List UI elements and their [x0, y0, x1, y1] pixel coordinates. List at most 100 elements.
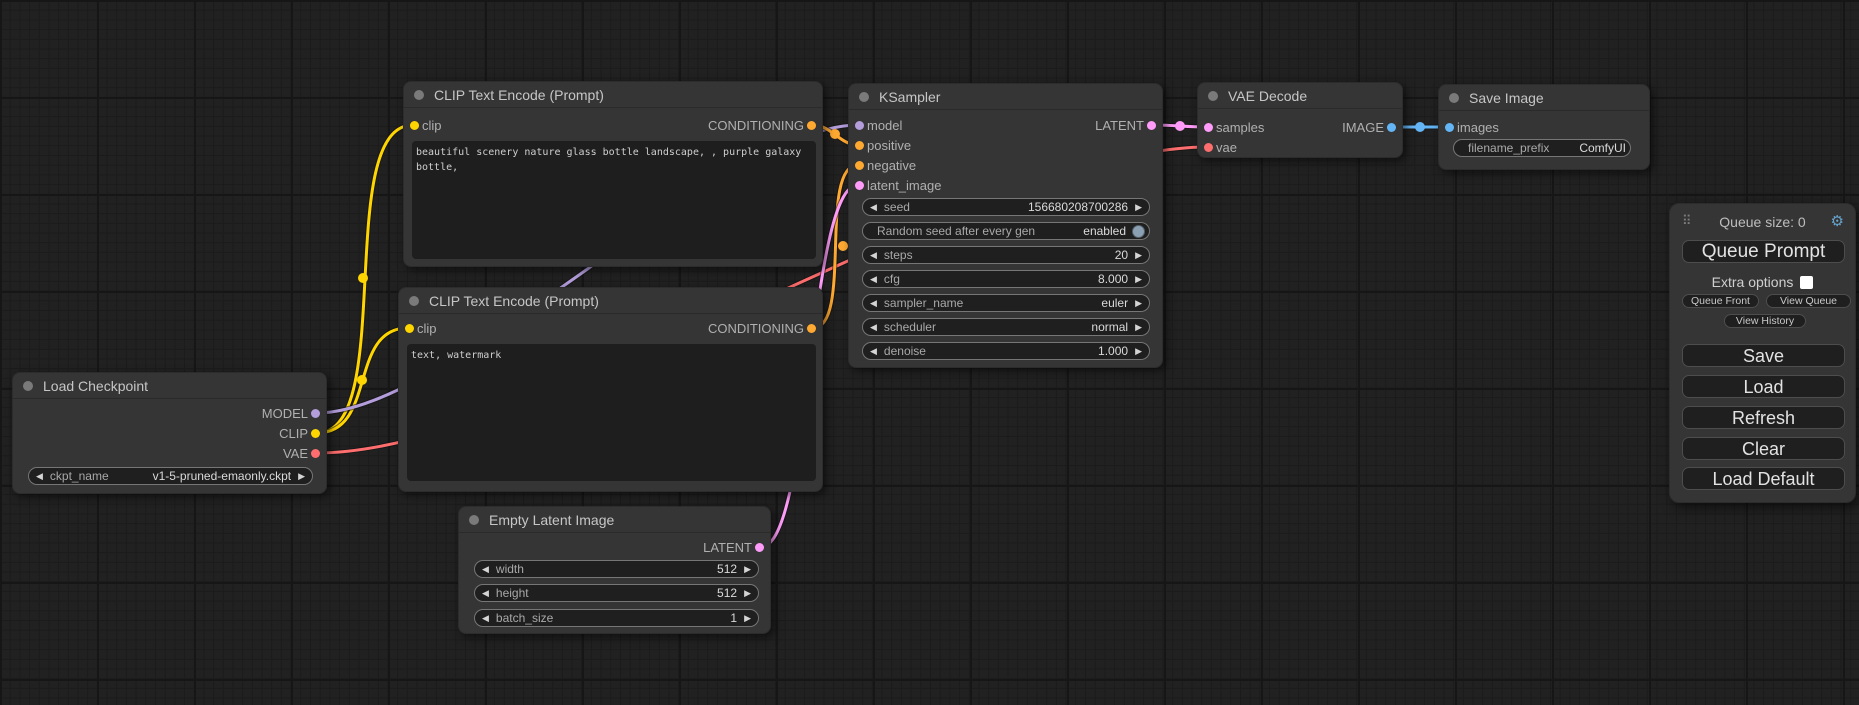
- queue-front-button[interactable]: Queue Front: [1682, 294, 1759, 308]
- node-ksampler[interactable]: KSampler model positive negative latent_…: [848, 83, 1163, 368]
- decrement-arrow-icon[interactable]: ◀: [29, 468, 50, 484]
- decrement-arrow-icon[interactable]: ◀: [475, 610, 496, 626]
- widget-label: cfg: [884, 272, 900, 286]
- input-port-positive[interactable]: [855, 141, 864, 150]
- node-header[interactable]: KSampler: [849, 84, 1162, 110]
- filename-prefix-widget[interactable]: filename_prefix ComfyUI: [1453, 139, 1631, 157]
- input-label-latent-image: latent_image: [867, 177, 941, 195]
- positive-prompt-textarea[interactable]: beautiful scenery nature glass bottle la…: [412, 141, 816, 259]
- random-seed-widget[interactable]: Random seed after every gen enabled: [862, 222, 1150, 240]
- decrement-arrow-icon[interactable]: ◀: [863, 319, 884, 335]
- output-label-image: IMAGE: [1342, 119, 1384, 137]
- node-header[interactable]: CLIP Text Encode (Prompt): [404, 82, 822, 108]
- input-port-images[interactable]: [1445, 123, 1454, 132]
- increment-arrow-icon[interactable]: ▶: [291, 468, 312, 484]
- queue-prompt-button[interactable]: Queue Prompt: [1682, 240, 1845, 263]
- widget-label: scheduler: [884, 320, 936, 334]
- decrement-arrow-icon[interactable]: ◀: [863, 199, 884, 215]
- gear-icon[interactable]: ⚙: [1831, 212, 1844, 230]
- increment-arrow-icon[interactable]: ▶: [737, 610, 758, 626]
- node-clip-text-encode-negative[interactable]: CLIP Text Encode (Prompt) clip CONDITION…: [398, 287, 823, 492]
- refresh-button[interactable]: Refresh: [1682, 406, 1845, 429]
- save-button[interactable]: Save: [1682, 344, 1845, 367]
- link-dot: [358, 273, 368, 283]
- output-port-latent[interactable]: [755, 543, 764, 552]
- input-port-clip[interactable]: [405, 324, 414, 333]
- increment-arrow-icon[interactable]: ▶: [1128, 295, 1149, 311]
- widget-value: 1: [553, 611, 737, 625]
- collapse-dot-icon[interactable]: [409, 296, 419, 306]
- input-port-vae[interactable]: [1204, 143, 1213, 152]
- increment-arrow-icon[interactable]: ▶: [1128, 343, 1149, 359]
- node-save-image[interactable]: Save Image images filename_prefix ComfyU…: [1438, 84, 1650, 170]
- collapse-dot-icon[interactable]: [859, 92, 869, 102]
- increment-arrow-icon[interactable]: ▶: [737, 585, 758, 601]
- input-port-latent-image[interactable]: [855, 181, 864, 190]
- cfg-widget[interactable]: ◀ cfg 8.000 ▶: [862, 270, 1150, 288]
- queue-menu-panel: ⠿ Queue size: 0 ⚙ Queue Prompt Extra opt…: [1669, 203, 1856, 503]
- decrement-arrow-icon[interactable]: ◀: [475, 561, 496, 577]
- scheduler-widget[interactable]: ◀ scheduler normal ▶: [862, 318, 1150, 336]
- denoise-widget[interactable]: ◀ denoise 1.000 ▶: [862, 342, 1150, 360]
- node-empty-latent-image[interactable]: Empty Latent Image LATENT ◀ width 512 ▶ …: [458, 506, 771, 634]
- node-load-checkpoint[interactable]: Load Checkpoint MODEL CLIP VAE ◀ ckpt_na…: [12, 372, 327, 494]
- node-header[interactable]: VAE Decode: [1198, 83, 1402, 109]
- input-port-clip[interactable]: [410, 121, 419, 130]
- decrement-arrow-icon[interactable]: ◀: [863, 295, 884, 311]
- increment-arrow-icon[interactable]: ▶: [1128, 319, 1149, 335]
- input-label-clip: clip: [417, 320, 437, 338]
- node-title-label: Empty Latent Image: [489, 512, 614, 528]
- output-port-clip[interactable]: [311, 429, 320, 438]
- widget-label: steps: [884, 248, 913, 262]
- input-port-model[interactable]: [855, 121, 864, 130]
- batch-size-widget[interactable]: ◀ batch_size 1 ▶: [474, 609, 759, 627]
- node-header[interactable]: Save Image: [1439, 85, 1649, 111]
- decrement-arrow-icon[interactable]: ◀: [863, 271, 884, 287]
- decrement-arrow-icon[interactable]: ◀: [863, 343, 884, 359]
- widget-value: 8.000: [900, 272, 1128, 286]
- input-port-samples[interactable]: [1204, 123, 1213, 132]
- widget-value: 1.000: [926, 344, 1128, 358]
- node-header[interactable]: Empty Latent Image: [459, 507, 770, 533]
- output-port-image[interactable]: [1387, 123, 1396, 132]
- output-port-conditioning[interactable]: [807, 324, 816, 333]
- decrement-arrow-icon[interactable]: ◀: [475, 585, 496, 601]
- increment-arrow-icon[interactable]: ▶: [1128, 199, 1149, 215]
- toggle-dot-icon[interactable]: [1132, 225, 1145, 238]
- view-history-button[interactable]: View History: [1724, 314, 1806, 328]
- extra-options-checkbox[interactable]: [1800, 276, 1813, 289]
- width-widget[interactable]: ◀ width 512 ▶: [474, 560, 759, 578]
- steps-widget[interactable]: ◀ steps 20 ▶: [862, 246, 1150, 264]
- decrement-arrow-icon[interactable]: ◀: [863, 247, 884, 263]
- output-port-latent[interactable]: [1147, 121, 1156, 130]
- clear-button[interactable]: Clear: [1682, 437, 1845, 460]
- load-default-button[interactable]: Load Default: [1682, 467, 1845, 490]
- seed-widget[interactable]: ◀ seed 156680208700286 ▶: [862, 198, 1150, 216]
- load-button[interactable]: Load: [1682, 375, 1845, 398]
- output-port-conditioning[interactable]: [807, 121, 816, 130]
- node-header[interactable]: Load Checkpoint: [13, 373, 326, 399]
- node-clip-text-encode-positive[interactable]: CLIP Text Encode (Prompt) clip CONDITION…: [403, 81, 823, 267]
- height-widget[interactable]: ◀ height 512 ▶: [474, 584, 759, 602]
- node-header[interactable]: CLIP Text Encode (Prompt): [399, 288, 822, 314]
- input-port-negative[interactable]: [855, 161, 864, 170]
- view-queue-button[interactable]: View Queue: [1766, 294, 1851, 308]
- ckpt-name-widget[interactable]: ◀ ckpt_name v1-5-pruned-emaonly.ckpt ▶: [28, 467, 313, 485]
- increment-arrow-icon[interactable]: ▶: [1128, 247, 1149, 263]
- collapse-dot-icon[interactable]: [1208, 91, 1218, 101]
- input-label-negative: negative: [867, 157, 916, 175]
- output-port-vae[interactable]: [311, 449, 320, 458]
- node-vae-decode[interactable]: VAE Decode samples vae IMAGE: [1197, 82, 1403, 158]
- input-label-samples: samples: [1216, 119, 1264, 137]
- link-dot: [830, 129, 840, 139]
- collapse-dot-icon[interactable]: [469, 515, 479, 525]
- comfyui-canvas[interactable]: { "colors": { "model": "#B39DDB", "clip"…: [0, 0, 1859, 705]
- collapse-dot-icon[interactable]: [23, 381, 33, 391]
- collapse-dot-icon[interactable]: [414, 90, 424, 100]
- output-port-model[interactable]: [311, 409, 320, 418]
- sampler-name-widget[interactable]: ◀ sampler_name euler ▶: [862, 294, 1150, 312]
- negative-prompt-textarea[interactable]: text, watermark: [407, 344, 816, 481]
- collapse-dot-icon[interactable]: [1449, 93, 1459, 103]
- increment-arrow-icon[interactable]: ▶: [737, 561, 758, 577]
- increment-arrow-icon[interactable]: ▶: [1128, 271, 1149, 287]
